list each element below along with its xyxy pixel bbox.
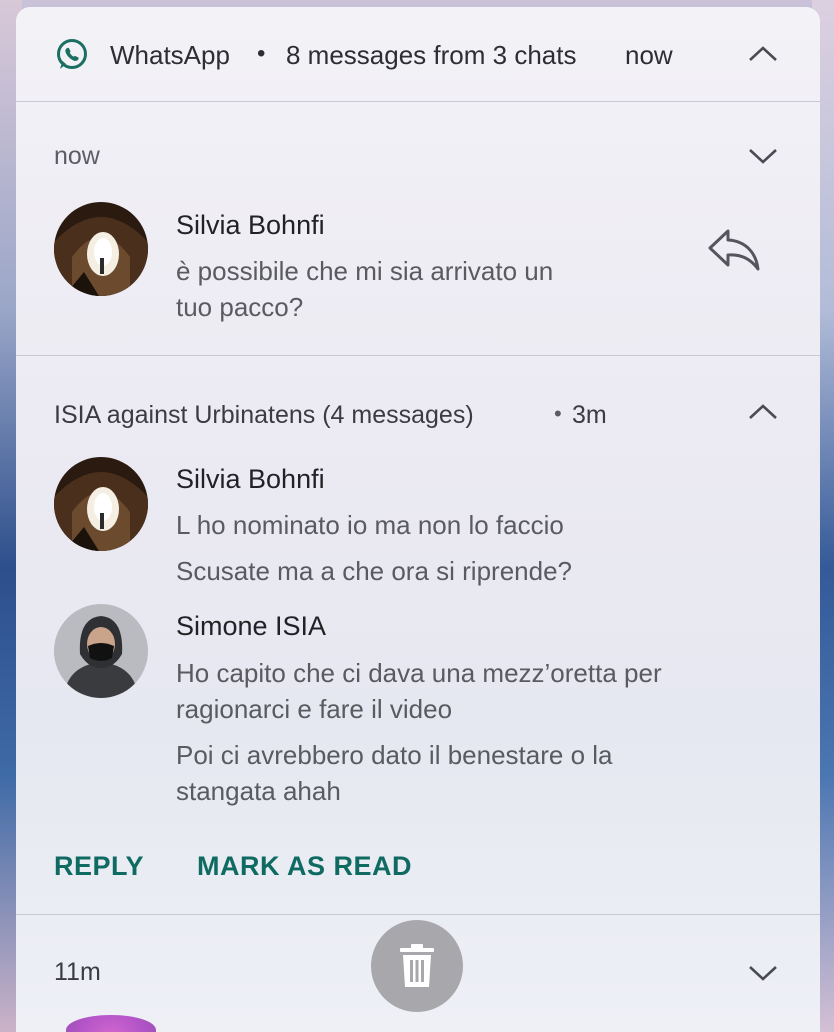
notification-time: 11m bbox=[54, 958, 101, 986]
message-text: L ho nominato io ma non lo faccio bbox=[176, 510, 564, 540]
sender-name: Silvia Bohnfi bbox=[176, 464, 325, 494]
clear-all-button[interactable] bbox=[371, 920, 463, 1012]
chevron-down-icon[interactable] bbox=[746, 138, 780, 172]
group-separator: • bbox=[554, 401, 562, 426]
message-text: tuo pacco? bbox=[176, 292, 304, 322]
app-name: WhatsApp bbox=[110, 40, 230, 70]
group-notification[interactable]: ISIA against Urbinatens (4 messages) • 3… bbox=[16, 356, 820, 914]
header-time: now bbox=[625, 40, 673, 70]
header-summary: 8 messages from 3 chats bbox=[286, 40, 577, 70]
group-title: ISIA against Urbinatens (4 messages) bbox=[54, 401, 474, 429]
whatsapp-icon bbox=[54, 37, 90, 73]
trash-icon bbox=[397, 943, 437, 989]
message-text: Ho capito che ci dava una mezz’oretta pe… bbox=[176, 658, 662, 688]
reply-button[interactable]: REPLY bbox=[54, 851, 144, 882]
chevron-down-icon[interactable] bbox=[746, 955, 780, 989]
avatar bbox=[54, 457, 148, 551]
header-separator: • bbox=[257, 40, 266, 67]
group-time: 3m bbox=[572, 401, 607, 429]
sender-name: Silvia Bohnfi bbox=[176, 210, 325, 240]
notification-time: now bbox=[54, 142, 100, 170]
reply-icon[interactable] bbox=[706, 227, 762, 273]
message-text: è possibile che mi sia arrivato un bbox=[176, 256, 554, 286]
avatar bbox=[54, 604, 148, 698]
avatar bbox=[54, 202, 148, 296]
notification-header[interactable]: WhatsApp • 8 messages from 3 chats now bbox=[16, 7, 820, 101]
mark-as-read-button[interactable]: MARK AS READ bbox=[197, 851, 412, 882]
chevron-up-icon[interactable] bbox=[746, 396, 780, 430]
message-text: stangata ahah bbox=[176, 776, 341, 806]
message-text: ragionarci e fare il video bbox=[176, 694, 453, 724]
sender-name: Simone ISIA bbox=[176, 611, 327, 641]
notification-item[interactable]: now Silvia Bohnfi è possibile che mi sia… bbox=[16, 102, 820, 355]
message-text: Poi ci avrebbero dato il benestare o la bbox=[176, 740, 613, 770]
chevron-up-icon[interactable] bbox=[746, 38, 780, 72]
notification-panel: WhatsApp • 8 messages from 3 chats now n… bbox=[16, 7, 820, 1032]
message-text: Scusate ma a che ora si riprende? bbox=[176, 556, 572, 586]
